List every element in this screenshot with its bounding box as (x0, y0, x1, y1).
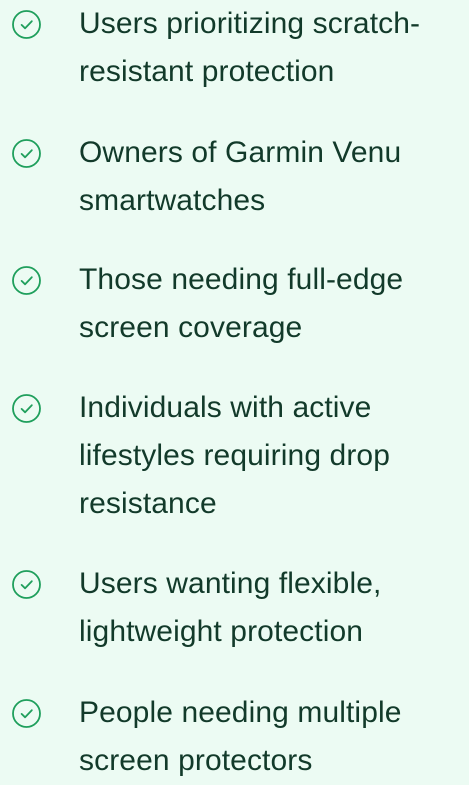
list-item-line: resistant protection (79, 55, 335, 88)
check-circle-icon (11, 698, 42, 729)
list-item-line: lightweight protection (79, 615, 364, 648)
list-item-line: screen coverage (79, 311, 303, 344)
check-circle-icon (11, 393, 42, 424)
list-item-line: Users wanting flexible, (79, 567, 382, 600)
list-item-line: screen protectors (79, 744, 313, 777)
list-item-line: Users prioritizing scratch- (79, 7, 421, 40)
feature-list: Users prioritizing scratch- resistant pr… (0, 0, 469, 777)
list-item-line: Individuals with active (79, 391, 372, 424)
list-item-line: Owners of Garmin Venu (79, 136, 402, 169)
list-item-line: People needing multiple (79, 696, 402, 729)
list-item-label: Users wanting flexible, lightweight prot… (79, 560, 467, 656)
list-item-line: lifestyles requiring drop (79, 439, 390, 472)
list-item-label: Those needing full-edge screen coverage (79, 256, 467, 352)
check-circle-icon (11, 9, 42, 40)
list-item-line: smartwatches (79, 184, 266, 217)
check-circle-icon (11, 138, 42, 169)
list-item-label: Users prioritizing scratch- resistant pr… (79, 0, 467, 96)
list-item-label: Owners of Garmin Venu smartwatches (79, 129, 467, 225)
list-item-line: Those needing full-edge (79, 263, 404, 296)
check-circle-icon (11, 569, 42, 600)
check-circle-icon (11, 265, 42, 296)
list-item-label: Individuals with active lifestyles requi… (79, 384, 467, 528)
list-item-label: People needing multiple screen protector… (79, 689, 467, 785)
list-item-line: resistance (79, 487, 217, 520)
